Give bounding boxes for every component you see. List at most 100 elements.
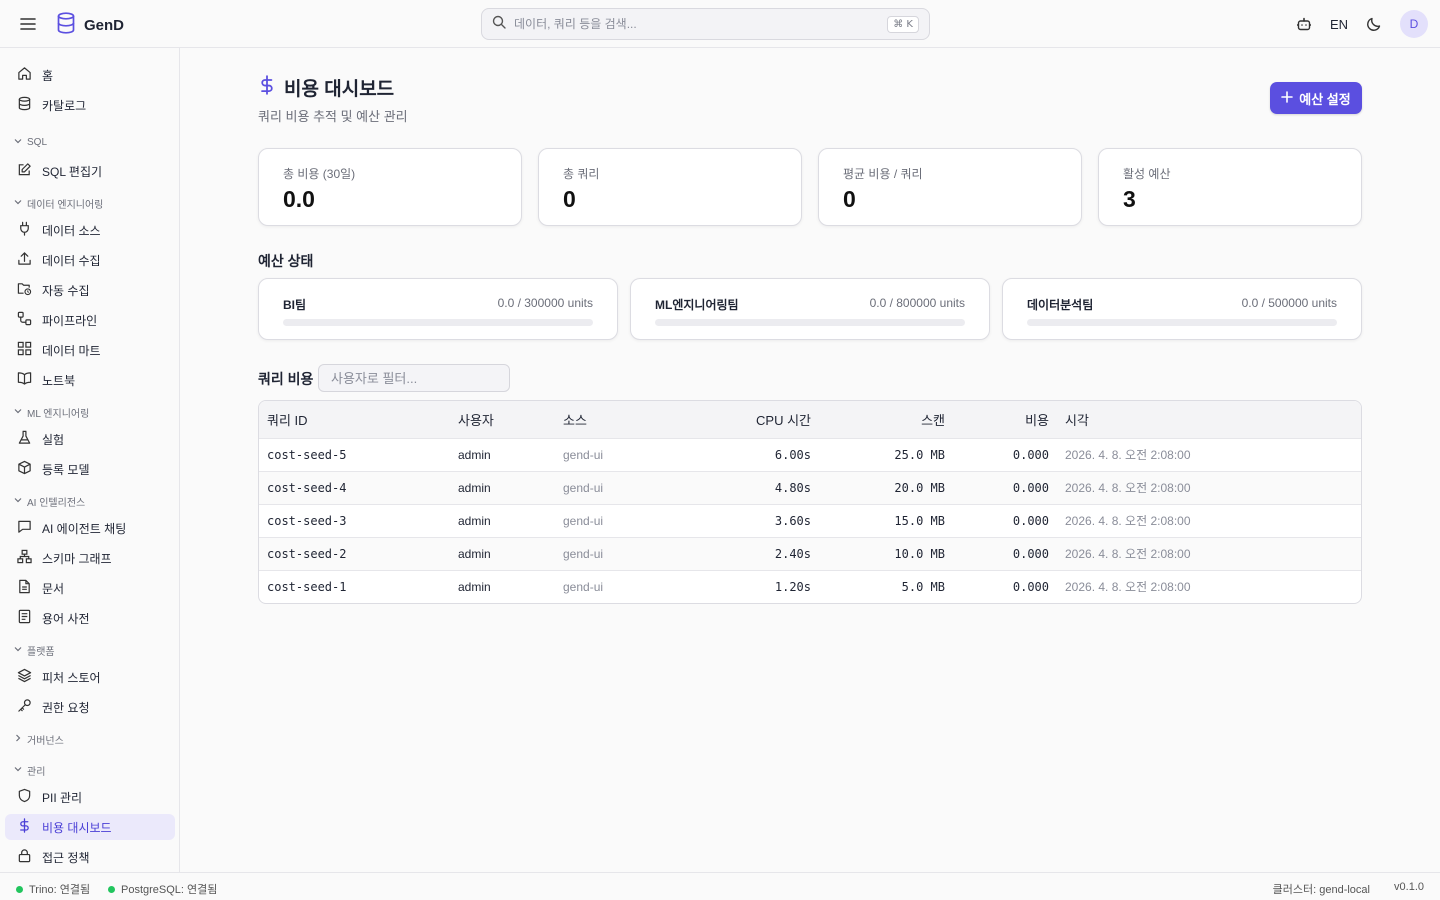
cell-cpu-time: 4.80s — [774, 480, 811, 495]
sidebar-item-cost-dashboard[interactable]: 비용 대시보드 — [5, 814, 175, 840]
sidebar-item-label: 문서 — [42, 581, 65, 596]
sidebar-item-label: 카탈로그 — [42, 98, 87, 113]
stat-label: 활성 예산 — [1123, 167, 1171, 181]
flask-icon — [17, 430, 32, 448]
cell-cpu-time: 6.00s — [774, 447, 811, 462]
sidebar-item-pipeline[interactable]: 파이프라인 — [5, 307, 175, 333]
section-label: 데이터 엔지니어링 — [27, 200, 104, 211]
moon-icon[interactable] — [1364, 14, 1384, 34]
global-search[interactable]: ⌘ K — [481, 8, 930, 40]
column-header-user[interactable]: 사용자 — [450, 401, 555, 438]
sidebar-item-data-ingest[interactable]: 데이터 수집 — [5, 247, 175, 273]
section-data-engineering[interactable]: 데이터 엔지니어링 — [14, 196, 103, 211]
sidebar-item-label: SQL 편집기 — [42, 164, 103, 179]
chevron-down-icon — [14, 645, 22, 656]
chevron-down-icon — [14, 496, 22, 507]
sidebar-item-pii[interactable]: PII 관리 — [5, 784, 175, 810]
chevron-down-icon — [14, 407, 22, 418]
page-title: 비용 대시보드 — [258, 74, 394, 101]
table-row[interactable]: cost-seed-1 admin gend-ui 1.20s 5.0 MB 0… — [259, 570, 1361, 603]
cell-cost: 0.000 — [1012, 513, 1049, 528]
budget-settings-button[interactable]: 예산 설정 — [1270, 82, 1362, 114]
key-icon — [17, 698, 32, 716]
grid-icon — [17, 341, 32, 359]
sidebar-item-ai-agent-chat[interactable]: AI 에이전트 채팅 — [5, 515, 175, 541]
sidebar-item-catalog[interactable]: 카탈로그 — [5, 92, 175, 118]
sidebar-item-notebook[interactable]: 노트북 — [5, 367, 175, 393]
section-governance[interactable]: 거버넌스 — [14, 732, 64, 747]
sidebar-item-data-mart[interactable]: 데이터 마트 — [5, 337, 175, 363]
column-header-cpu-time[interactable]: CPU 시간 — [677, 401, 819, 438]
sidebar-item-label: 권한 요청 — [42, 700, 90, 715]
cell-source: gend-ui — [563, 579, 604, 594]
column-header-scan[interactable]: 스캔 — [819, 401, 953, 438]
layers-icon — [17, 668, 32, 686]
cluster-info: 클러스터: gend-local — [1272, 884, 1370, 896]
network-icon — [17, 549, 32, 567]
sidebar-item-glossary[interactable]: 용어 사전 — [5, 605, 175, 631]
cell-cost: 0.000 — [1012, 579, 1049, 594]
postgres-status: PostgreSQL: 연결됨 — [108, 881, 217, 897]
language-toggle[interactable]: EN — [1330, 17, 1348, 32]
column-header-cost[interactable]: 비용 — [953, 401, 1057, 438]
edit-icon — [17, 162, 32, 180]
table-row[interactable]: cost-seed-5 admin gend-ui 6.00s 25.0 MB … — [259, 438, 1361, 471]
cell-source: gend-ui — [563, 447, 604, 462]
main-content: 비용 대시보드 쿼리 비용 추적 및 예산 관리 예산 설정 총 비용 (30일… — [181, 48, 1440, 872]
sidebar-item-data-source[interactable]: 데이터 소스 — [5, 217, 175, 243]
sidebar-item-label: PII 관리 — [42, 790, 83, 805]
cell-scan: 5.0 MB — [901, 579, 945, 594]
section-ml-engineering[interactable]: ML 엔지니어링 — [14, 405, 89, 420]
sidebar-item-documents[interactable]: 문서 — [5, 575, 175, 601]
query-cost-table: 쿼리 ID 사용자 소스 CPU 시간 스캔 비용 시각 cost-seed-5… — [258, 400, 1362, 604]
stat-card-total-queries: 총 쿼리 0 — [538, 148, 802, 226]
cube-icon — [17, 460, 32, 478]
brand[interactable]: GenD — [56, 12, 124, 39]
cell-source: gend-ui — [563, 480, 604, 495]
sidebar-item-label: 파이프라인 — [42, 313, 98, 328]
budget-name: ML엔지니어링팀 — [655, 298, 739, 312]
section-ai-intelligence[interactable]: AI 인텔리전스 — [14, 494, 85, 509]
budget-card-ml: ML엔지니어링팀 0.0 / 800000 units — [630, 278, 990, 340]
sidebar-item-label: 데이터 수집 — [42, 253, 101, 268]
search-input[interactable] — [514, 17, 880, 31]
budget-amount: 0.0 / 800000 units — [869, 296, 965, 310]
sidebar-item-home[interactable]: 홈 — [5, 62, 175, 88]
table-row[interactable]: cost-seed-4 admin gend-ui 4.80s 20.0 MB … — [259, 471, 1361, 504]
trino-status: Trino: 연결됨 — [16, 881, 90, 897]
column-header-query-id[interactable]: 쿼리 ID — [259, 401, 450, 438]
sidebar-item-sql-editor[interactable]: SQL 편집기 — [5, 158, 175, 184]
section-platform[interactable]: 플랫폼 — [14, 643, 55, 658]
chevron-down-icon — [14, 137, 22, 148]
table-row[interactable]: cost-seed-2 admin gend-ui 2.40s 10.0 MB … — [259, 537, 1361, 570]
cell-cpu-time: 1.20s — [774, 579, 811, 594]
status-dot-icon — [108, 885, 115, 893]
sidebar-item-feature-store[interactable]: 피처 스토어 — [5, 664, 175, 690]
dollar-icon — [258, 75, 276, 100]
sidebar-item-label: 피처 스토어 — [42, 670, 101, 685]
table-row[interactable]: cost-seed-3 admin gend-ui 3.60s 15.0 MB … — [259, 504, 1361, 537]
avatar[interactable]: D — [1400, 10, 1428, 38]
bot-icon[interactable] — [1294, 14, 1314, 34]
user-filter-input[interactable] — [318, 364, 510, 392]
section-admin[interactable]: 관리 — [14, 763, 45, 778]
section-sql[interactable]: SQL — [14, 137, 47, 148]
list-icon — [17, 609, 32, 627]
section-label: 거버넌스 — [27, 736, 64, 747]
sidebar-item-label: AI 에이전트 채팅 — [42, 521, 127, 536]
sidebar-item-access-policy[interactable]: 접근 정책 — [5, 844, 175, 870]
sidebar-item-experiment[interactable]: 실험 — [5, 426, 175, 452]
search-icon — [492, 15, 506, 34]
column-header-source[interactable]: 소스 — [555, 401, 677, 438]
menu-icon[interactable] — [18, 14, 38, 34]
sidebar-item-permission-request[interactable]: 권한 요청 — [5, 694, 175, 720]
cell-user: admin — [458, 546, 491, 561]
sidebar-item-schema-graph[interactable]: 스키마 그래프 — [5, 545, 175, 571]
sidebar-item-label: 데이터 소스 — [42, 223, 101, 238]
stat-label: 평균 비용 / 쿼리 — [843, 167, 923, 181]
column-header-time[interactable]: 시각 — [1057, 401, 1361, 438]
sidebar-item-auto-ingest[interactable]: 자동 수집 — [5, 277, 175, 303]
sidebar-item-registered-model[interactable]: 등록 모델 — [5, 456, 175, 482]
home-icon — [17, 66, 32, 84]
cell-scan: 20.0 MB — [894, 480, 945, 495]
